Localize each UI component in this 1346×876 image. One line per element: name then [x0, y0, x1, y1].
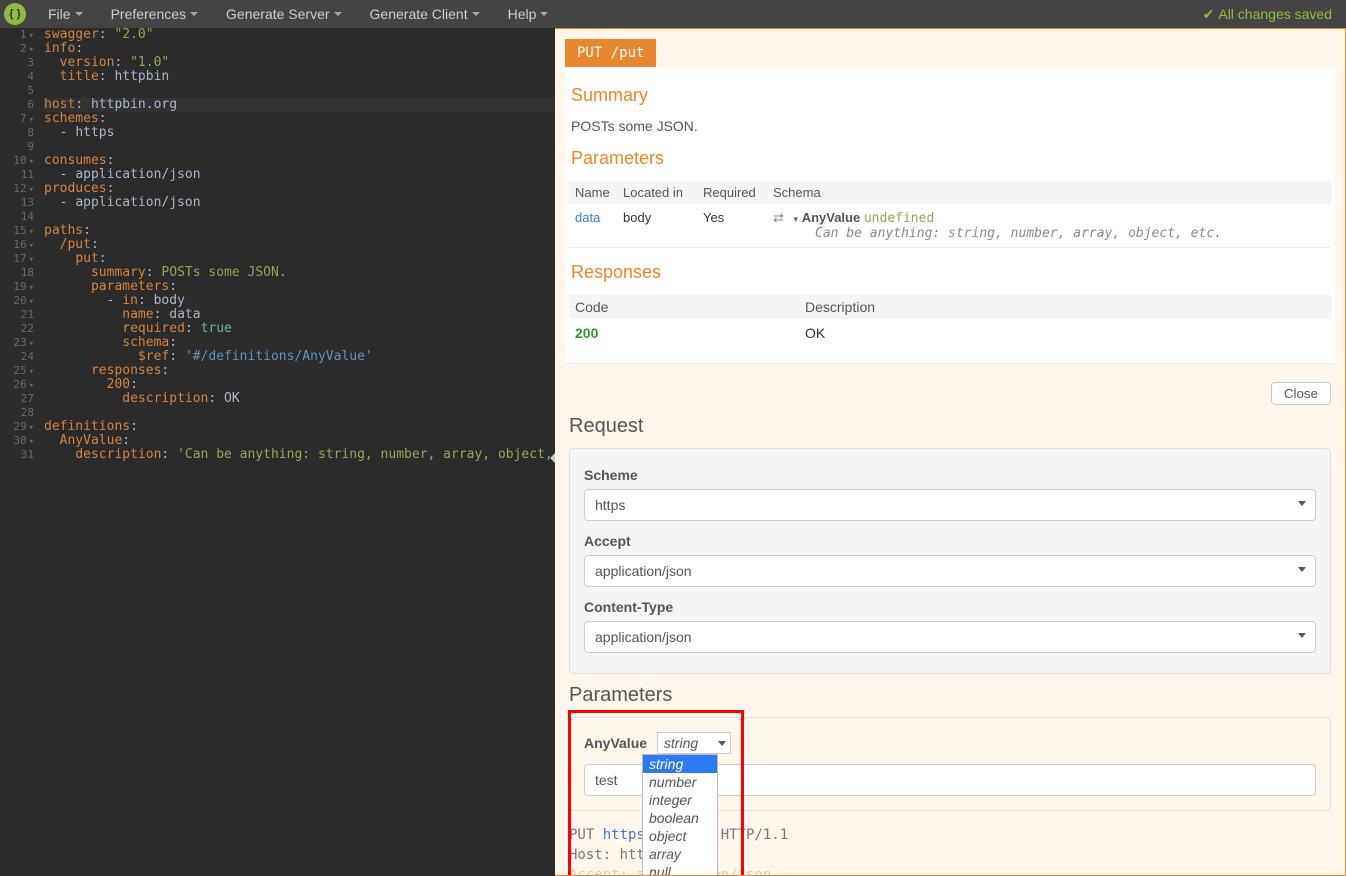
type-dropdown[interactable]: stringnumberintegerbooleanobjectarraynul… — [642, 754, 718, 876]
parameters-table: Name Located in Required Schema data bod… — [569, 181, 1331, 248]
responses-heading: Responses — [569, 262, 1331, 287]
menu-generate-client[interactable]: Generate Client — [356, 0, 494, 28]
summary-text: POSTs some JSON. — [569, 118, 1331, 142]
type-option-number[interactable]: number — [643, 773, 717, 791]
swap-icon[interactable]: ⇄ — [773, 210, 784, 225]
menu-file[interactable]: File — [34, 0, 97, 28]
type-option-boolean[interactable]: boolean — [643, 809, 717, 827]
param-name[interactable]: data — [575, 210, 623, 225]
response-desc: OK — [805, 325, 1325, 341]
check-icon: ✔ — [1203, 6, 1215, 23]
request-parameters-heading: Parameters — [569, 684, 1345, 707]
response-row: 200 OK — [569, 319, 1331, 347]
col-schema: Schema — [773, 185, 1325, 200]
operation-header: PUT /put — [565, 39, 656, 67]
content-type-select[interactable]: application/json — [584, 621, 1316, 653]
accept-label: Accept — [584, 533, 1316, 549]
pane-divider[interactable] — [546, 28, 555, 876]
preview-pane: PUT /put Summary POSTs some JSON. Parame… — [555, 28, 1346, 876]
col-desc: Description — [805, 299, 1325, 315]
param-required: Yes — [703, 210, 773, 225]
type-option-object[interactable]: object — [643, 827, 717, 845]
chevron-down-icon — [190, 12, 198, 16]
summary-heading: Summary — [569, 85, 1331, 110]
type-option-null[interactable]: null — [643, 863, 717, 876]
scheme-label: Scheme — [584, 467, 1316, 483]
menu-generate-server[interactable]: Generate Server — [212, 0, 356, 28]
chevron-down-icon — [540, 12, 548, 16]
menu-help[interactable]: Help — [494, 0, 563, 28]
response-code: 200 — [575, 325, 805, 341]
schema-name: AnyValue — [802, 210, 861, 225]
swagger-logo: { } — [4, 3, 26, 25]
responses-table: Code Description 200 OK — [569, 295, 1331, 347]
col-located: Located in — [623, 185, 703, 200]
accept-select[interactable]: application/json — [584, 555, 1316, 587]
method-badge: PUT — [577, 45, 602, 61]
anyvalue-label: AnyValue — [584, 735, 647, 751]
menu-preferences[interactable]: Preferences — [97, 0, 212, 28]
close-button[interactable]: Close — [1271, 382, 1331, 405]
chevron-down-icon — [472, 12, 480, 16]
type-option-string[interactable]: string — [643, 755, 717, 773]
content-type-label: Content-Type — [584, 599, 1316, 615]
param-located: body — [623, 210, 703, 225]
type-option-integer[interactable]: integer — [643, 791, 717, 809]
col-name: Name — [575, 185, 623, 200]
toolbar: { } FilePreferencesGenerate ServerGenera… — [0, 0, 1346, 28]
parameter-row: data body Yes ⇄ ▾ AnyValue undefined Can… — [569, 204, 1331, 248]
col-required: Required — [703, 185, 773, 200]
chevron-down-icon — [334, 12, 342, 16]
schema-type: undefined — [864, 211, 934, 226]
parameters-heading: Parameters — [569, 148, 1331, 173]
schema-description: Can be anything: string, number, array, … — [815, 226, 1325, 241]
chevron-down-icon — [718, 741, 726, 746]
chevron-down-icon — [75, 12, 83, 16]
operation-path: /put — [611, 45, 645, 61]
collapse-icon[interactable]: ▾ — [794, 214, 799, 224]
scheme-select[interactable]: https — [584, 489, 1316, 521]
col-code: Code — [575, 299, 805, 315]
saved-indicator: ✔ All changes saved — [1203, 6, 1342, 23]
saved-label: All changes saved — [1218, 6, 1332, 22]
anyvalue-parameter-box: AnyValue string stringnumberintegerboole… — [569, 717, 1331, 811]
type-select[interactable]: string — [657, 732, 731, 754]
request-heading: Request — [569, 415, 1345, 438]
type-option-array[interactable]: array — [643, 845, 717, 863]
yaml-editor[interactable]: 1▾2▾34567▾8910▾1112▾131415▾16▾17▾1819▾20… — [0, 28, 555, 876]
